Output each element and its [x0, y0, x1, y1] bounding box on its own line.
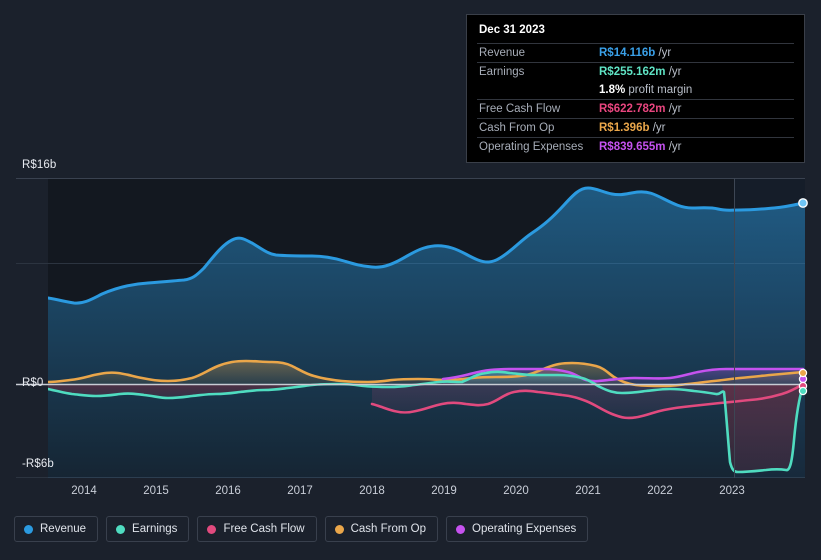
legend-color-dot	[334, 524, 344, 534]
tooltip-row: Cash From Op R$1.396b /yr	[477, 118, 794, 138]
x-axis-tick-2015: 2015	[143, 485, 169, 497]
x-axis-tick-2022: 2022	[647, 485, 673, 497]
tooltip-row: Operating Expenses R$839.655m /yr	[477, 137, 794, 156]
legend-color-dot	[207, 524, 217, 534]
x-axis-tick-2017: 2017	[287, 485, 313, 497]
data-tooltip: Dec 31 2023 Revenue R$14.116b /yr Earnings…	[466, 14, 805, 163]
tooltip-row-key: Cash From Op	[477, 118, 597, 138]
legend-item-earnings[interactable]: Earnings	[106, 516, 190, 542]
legend-item-free-cash-flow[interactable]: Free Cash Flow	[197, 516, 317, 542]
earnings-crash-area	[722, 384, 800, 472]
tooltip-value-unit: /yr	[665, 141, 682, 153]
tooltip-row: Revenue R$14.116b /yr	[477, 43, 794, 63]
tooltip-value-number: 1.8%	[599, 84, 626, 96]
tooltip-value-unit: /yr	[665, 103, 682, 115]
legend-label: Cash From Op	[350, 523, 427, 535]
tooltip-row-value: R$622.782m /yr	[597, 99, 794, 119]
legend-label: Free Cash Flow	[223, 523, 305, 535]
tooltip-row-value: R$839.655m /yr	[597, 137, 794, 156]
tooltip-row-value: R$255.162m /yr	[597, 62, 794, 81]
x-axis-tick-2023: 2023	[719, 485, 745, 497]
chart-legend: Revenue Earnings Free Cash Flow Cash From O…	[14, 516, 589, 542]
tooltip-row-key: Operating Expenses	[477, 137, 597, 156]
tooltip-value-number: R$14.116b	[599, 47, 656, 59]
tooltip-row-value: R$1.396b /yr	[597, 118, 794, 138]
tooltip-value-unit: /yr	[655, 47, 672, 59]
tooltip-date: Dec 31 2023	[479, 24, 545, 36]
tooltip-row-key	[477, 81, 597, 100]
tooltip-row-value: R$14.116b /yr	[597, 43, 794, 63]
tooltip-value-number: R$622.782m	[599, 103, 666, 115]
tooltip-value-unit: /yr	[649, 122, 666, 134]
tooltip-value-unit: /yr	[665, 66, 682, 78]
tooltip-row: 1.8% profit margin	[477, 81, 794, 100]
legend-label: Operating Expenses	[472, 523, 577, 535]
tooltip-value-number: R$255.162m	[599, 66, 666, 78]
financial-chart-widget: R$16b R$0 -R$6b 2014 2015 2016 2017 2018 2019…	[0, 0, 821, 560]
x-axis-tick-2016: 2016	[215, 485, 241, 497]
cfo-endpoint-dot	[798, 368, 808, 378]
legend-color-dot	[116, 524, 126, 534]
tooltip-row: Free Cash Flow R$622.782m /yr	[477, 99, 794, 119]
y-axis-label-zero: R$0	[22, 377, 44, 389]
tooltip-row-key: Earnings	[477, 62, 597, 81]
tooltip-row-key: Free Cash Flow	[477, 99, 597, 119]
legend-item-cash-from-op[interactable]: Cash From Op	[324, 516, 439, 542]
x-axis-tick-2014: 2014	[71, 485, 97, 497]
tooltip-table: Revenue R$14.116b /yr Earnings R$255.162m /…	[477, 43, 794, 156]
x-axis-tick-2019: 2019	[431, 485, 457, 497]
tooltip-row-key: Revenue	[477, 43, 597, 63]
x-axis-tick-2020: 2020	[503, 485, 529, 497]
legend-item-revenue[interactable]: Revenue	[14, 516, 99, 542]
tooltip-value-number: R$1.396b	[599, 122, 650, 134]
tooltip-value-number: R$839.655m	[599, 141, 666, 153]
tooltip-row: Earnings R$255.162m /yr	[477, 62, 794, 81]
earnings-endpoint-dot	[798, 386, 808, 396]
revenue-endpoint-dot	[798, 198, 808, 208]
x-axis-tick-2018: 2018	[359, 485, 385, 497]
y-axis-label-top: R$16b	[22, 159, 57, 171]
tooltip-value-unit: profit margin	[625, 84, 693, 96]
legend-color-dot	[24, 524, 33, 534]
tooltip-row-value: 1.8% profit margin	[597, 81, 794, 100]
x-axis-tick-2021: 2021	[575, 485, 601, 497]
legend-color-dot	[456, 524, 466, 534]
legend-label: Earnings	[132, 523, 178, 535]
legend-item-operating-expenses[interactable]: Operating Expenses	[446, 516, 589, 542]
y-axis-label-bottom: -R$6b	[22, 458, 54, 470]
legend-label: Revenue	[40, 523, 87, 535]
